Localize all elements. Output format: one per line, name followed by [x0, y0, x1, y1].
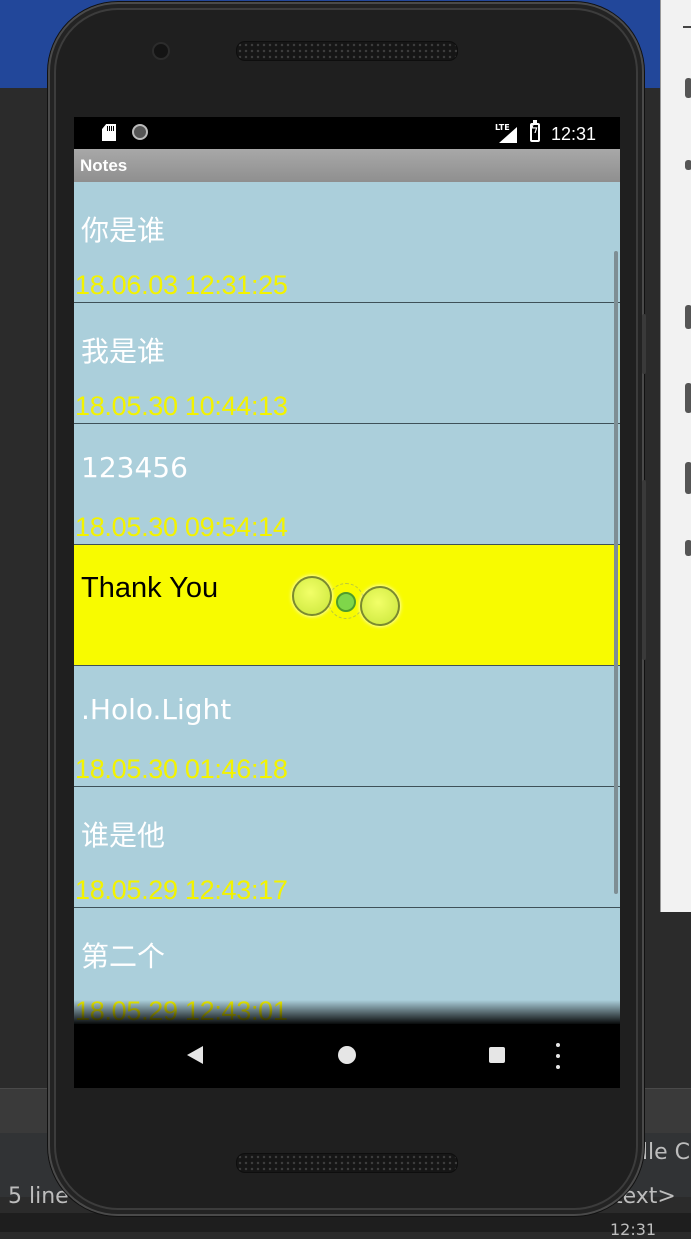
panel-icon[interactable]	[685, 160, 691, 170]
note-title: 第二个	[81, 940, 166, 973]
panel-icon[interactable]	[685, 78, 691, 98]
power-button[interactable]	[642, 314, 646, 374]
front-camera	[152, 42, 170, 60]
touch-point-icon	[360, 586, 400, 626]
top-speaker	[236, 41, 458, 61]
recents-icon[interactable]	[489, 1047, 505, 1063]
list-scrollbar[interactable]	[614, 251, 618, 894]
navigation-bar	[74, 1024, 620, 1088]
minimize-icon[interactable]	[683, 26, 691, 28]
note-timestamp: 18.05.30 09:54:14	[75, 512, 288, 542]
note-item[interactable]: .Holo.Light 18.05.30 01:46:18	[74, 666, 620, 787]
note-title: 123456	[81, 451, 188, 484]
note-timestamp: 18.05.29 12:43:17	[75, 875, 288, 905]
note-timestamp: 18.05.30 10:44:13	[75, 391, 288, 421]
battery-charging-icon	[530, 120, 540, 142]
sd-card-icon	[102, 124, 116, 141]
note-item[interactable]: 谁是他 18.05.29 12:43:17	[74, 787, 620, 908]
network-type: LTE	[495, 123, 510, 132]
signal-icon: LTE	[495, 123, 517, 143]
status-time: 12:31	[551, 124, 597, 144]
panel-icon[interactable]	[685, 540, 691, 556]
status-bar: LTE 12:31	[74, 117, 620, 149]
touch-point-icon	[292, 576, 332, 616]
overflow-menu-icon[interactable]	[556, 1043, 560, 1069]
touch-center-icon	[336, 592, 356, 612]
note-item[interactable]: 你是谁 18.06.03 12:31:25	[74, 182, 620, 303]
ide-status-left: 5 line	[8, 1184, 69, 1209]
note-title: 你是谁	[81, 214, 166, 247]
app-title-bar: Notes	[74, 149, 620, 183]
note-item[interactable]: 我是谁 18.05.30 10:44:13	[74, 303, 620, 424]
note-title: 谁是他	[81, 819, 166, 852]
ide-clock: 12:31	[610, 1220, 657, 1239]
sync-icon	[132, 124, 148, 140]
back-icon[interactable]	[187, 1046, 203, 1064]
panel-icon[interactable]	[685, 305, 691, 329]
home-icon[interactable]	[338, 1046, 356, 1064]
note-item[interactable]: 123456 18.05.30 09:54:14	[74, 424, 620, 545]
touch-pointer-indicator	[292, 576, 402, 632]
note-title: 我是谁	[81, 335, 166, 368]
panel-icon[interactable]	[685, 462, 691, 494]
bottom-speaker	[236, 1153, 458, 1173]
note-title: .Holo.Light	[81, 693, 232, 726]
note-timestamp: 18.05.29 12:43:01	[75, 996, 288, 1024]
panel-icon[interactable]	[685, 383, 691, 413]
note-timestamp: 18.05.30 01:46:18	[75, 754, 288, 784]
volume-button[interactable]	[642, 480, 646, 660]
ide-side-panel	[660, 0, 691, 912]
device-screen: LTE 12:31 Notes 你是谁 18.06.03 12:31:25 我是…	[74, 117, 620, 1088]
note-title: Thank You	[81, 572, 219, 604]
note-item[interactable]: 第二个 18.05.29 12:43:01	[74, 908, 620, 1024]
note-timestamp: 18.06.03 12:31:25	[75, 270, 288, 300]
app-title: Notes	[80, 156, 128, 175]
